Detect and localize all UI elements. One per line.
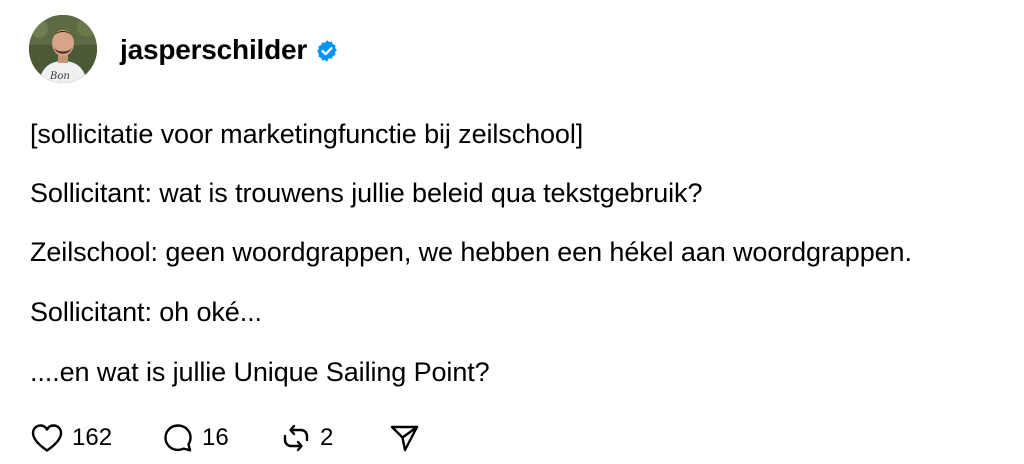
post-text-line: ....en wat is jullie Unique Sailing Poin…	[30, 357, 490, 387]
repost-arrows-icon	[283, 424, 309, 452]
post-text-line: Sollicitant: oh oké...	[30, 297, 262, 327]
verified-badge-icon	[317, 40, 337, 62]
repost-button[interactable]: 2	[280, 422, 388, 454]
avatar[interactable]: Bon	[29, 15, 97, 83]
post-header: jasperschilder	[120, 33, 339, 67]
profile-photo: Bon	[29, 15, 97, 83]
like-button[interactable]: 162	[30, 422, 162, 454]
repost-count: 2	[320, 424, 334, 451]
speech-bubble-icon	[164, 424, 192, 452]
post-text-line: [sollicitatie voor marketingfunctie bij …	[30, 119, 584, 149]
post-text-line: Zeilschool: geen woordgrappen, we hebben…	[30, 237, 912, 267]
paper-plane-icon	[390, 425, 419, 452]
like-count: 162	[72, 424, 113, 451]
username-link[interactable]: jasperschilder	[120, 33, 307, 67]
avatar-shirt-text: Bon	[49, 71, 70, 82]
reply-button[interactable]: 16	[162, 422, 280, 454]
share-button[interactable]	[388, 422, 420, 454]
heart-icon	[31, 424, 63, 452]
reply-count: 16	[202, 424, 229, 451]
action-bar: 162 16 2	[30, 420, 420, 456]
post-text-line: Sollicitant: wat is trouwens jullie bele…	[30, 178, 703, 208]
